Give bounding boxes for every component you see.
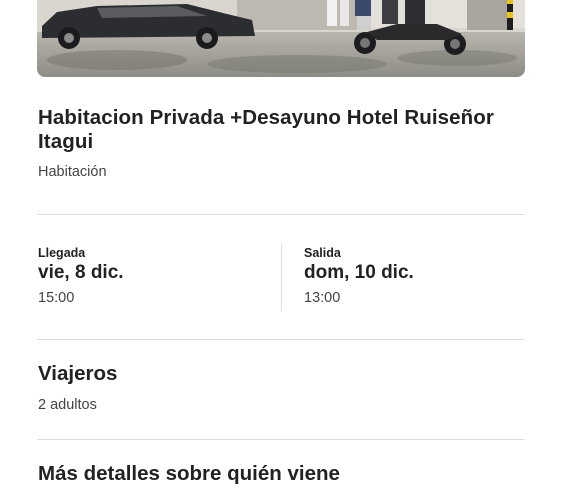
- divider: [37, 439, 525, 440]
- checkout-label: Salida: [304, 246, 341, 260]
- checkout-time: 13:00: [304, 290, 341, 306]
- listing-type: Habitación: [38, 164, 107, 180]
- more-details-title: Más detalles sobre quién viene: [38, 462, 340, 485]
- column-separator: [281, 244, 282, 311]
- checkin-time: 15:00: [38, 290, 75, 306]
- street-photo-image: [37, 0, 525, 77]
- checkout-block: Salida dom, 10 dic. 13:00: [304, 245, 414, 307]
- booking-summary: Habitacion Privada +Desayuno Hotel Ruise…: [0, 0, 569, 488]
- travelers-value: 2 adultos: [38, 397, 97, 413]
- checkin-date: vie, 8 dic.: [38, 262, 124, 283]
- divider: [37, 214, 525, 215]
- travelers-title: Viajeros: [38, 362, 118, 385]
- listing-photo[interactable]: [37, 0, 525, 77]
- checkout-date: dom, 10 dic.: [304, 262, 414, 283]
- checkin-label: Llegada: [38, 246, 86, 260]
- divider: [37, 339, 525, 340]
- listing-title: Habitacion Privada +Desayuno Hotel Ruise…: [38, 106, 494, 153]
- checkin-block: Llegada vie, 8 dic. 15:00: [38, 245, 124, 307]
